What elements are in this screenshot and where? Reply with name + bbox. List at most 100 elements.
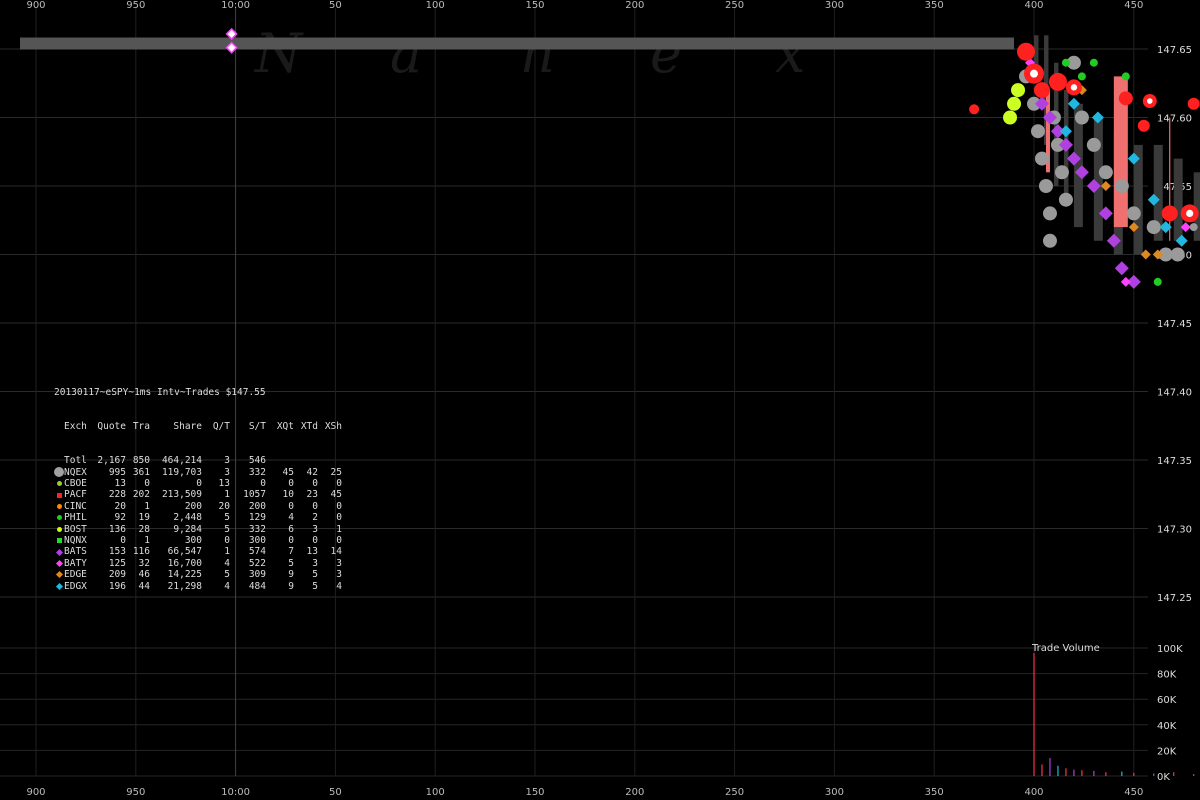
stats-row: EDGX 196 44 21,298 4 484 9 5 4 (54, 581, 342, 592)
stats-cell: 0 (312, 500, 318, 512)
stats-cell: 9 (288, 580, 294, 592)
stats-cell: 23 (306, 489, 318, 501)
stats-cell: 4 (224, 557, 230, 569)
stats-cell: 4 (336, 580, 342, 592)
stats-header-cell: Quote (97, 421, 126, 433)
x-tick-label-bottom: 950 (126, 787, 145, 798)
exchange-marker-shape (56, 503, 62, 509)
phil-quote-point (1061, 58, 1070, 67)
stats-cell: 32 (138, 557, 150, 569)
x-tick-label-top: 950 (126, 0, 145, 11)
stats-cell: 9,284 (173, 523, 202, 535)
stats-cell: EDGX (64, 580, 87, 592)
bats-quote-diamond (1114, 261, 1129, 276)
stats-cell: 5 (312, 580, 318, 592)
exchange-marker-icon (54, 582, 64, 590)
x-tick-label-bottom: 250 (725, 787, 744, 798)
stats-header-cell: S/T (248, 421, 266, 433)
stats-cell: 464,214 (161, 455, 202, 467)
price-tick-label: 147.35 (1157, 456, 1192, 467)
nqex-quote-point (1042, 233, 1057, 248)
exchange-marker-shape (56, 492, 62, 498)
stats-cell: 6 (288, 523, 294, 535)
pacf-trade-point (1161, 205, 1178, 222)
exchange-marker-icon (54, 548, 64, 556)
stats-header-cell: Q/T (212, 421, 230, 433)
volume-tick-label: 80K (1157, 670, 1177, 681)
x-tick-label-top: 400 (1024, 0, 1043, 11)
x-tick-label-top: 50 (329, 0, 342, 11)
stats-cell: 0 (260, 478, 266, 489)
phil-quote-point (1121, 72, 1130, 81)
stats-cell: 0 (336, 500, 342, 512)
stats-cell: 995 (108, 466, 126, 478)
pacf-trade-point (1137, 119, 1150, 132)
trade-highlight (1070, 84, 1078, 91)
stats-cell: 0 (312, 534, 318, 546)
exchange-marker-icon (54, 515, 64, 521)
stats-cell: PACF (64, 489, 87, 501)
x-tick-label-top: 100 (426, 0, 445, 11)
stats-cell: 196 (108, 580, 126, 592)
stats-cell: 13 (218, 478, 230, 489)
stats-cell: 3 (312, 523, 318, 535)
baty-quote-diamond (1120, 276, 1131, 287)
stats-cell: 0 (288, 534, 294, 546)
stats-cell: 200 (184, 500, 202, 512)
phil-quote-point (1089, 58, 1098, 67)
stats-row: CBOE 13 0 0 13 0 0 0 0 (54, 478, 342, 489)
bost-quote-point (1003, 110, 1018, 125)
stats-cell: 522 (248, 557, 266, 569)
stats-cell: 14,225 (167, 569, 202, 581)
stats-row: Totl 2,167 850 464,214 3 546 (54, 455, 342, 466)
stats-cell: CINC (64, 500, 87, 512)
volume-tick-label: 100K (1157, 644, 1183, 655)
stats-header-cell: Tra (132, 421, 150, 433)
stats-cell: 13 (306, 546, 318, 558)
stats-cell: 200 (248, 500, 266, 512)
stats-cell: PHIL (64, 512, 87, 524)
stats-rows: Totl 2,167 850 464,214 3 546 NQEX 995 361 119,703… (54, 455, 342, 592)
watermark-letter: a (390, 22, 422, 85)
x-tick-label-top: 150 (525, 0, 544, 11)
stats-cell: 16,700 (167, 557, 202, 569)
stats-cell: 2,167 (97, 455, 126, 467)
exchange-marker-shape (56, 515, 62, 521)
stats-cell: 116 (132, 546, 150, 558)
stats-header-cell: XSh (324, 421, 342, 433)
x-tick-label-top: 900 (26, 0, 45, 11)
stats-row: PACF 228 202 213,509 1 1057 10 23 45 (54, 489, 342, 500)
exchange-marker-icon (54, 492, 64, 498)
x-tick-label-bottom: 900 (26, 787, 45, 798)
stats-cell: 574 (248, 546, 266, 558)
stats-cell: EDGE (64, 569, 87, 581)
x-tick-label-bottom: 50 (329, 787, 342, 798)
stats-cell: 0 (120, 534, 126, 546)
stats-cell: 850 (132, 455, 150, 467)
stats-cell: 1057 (243, 489, 266, 501)
volume-tick-label: 0K (1157, 772, 1170, 783)
stats-cell: 0 (336, 534, 342, 546)
trade-highlight (1186, 209, 1194, 217)
stats-cell: 44 (138, 580, 150, 592)
stats-cell: NQEX (64, 466, 87, 478)
volume-tick-label: 40K (1157, 721, 1177, 732)
stats-cell: 119,703 (161, 466, 202, 478)
trade-highlight (1030, 69, 1038, 78)
stats-cell: 20 (114, 500, 126, 512)
stats-cell: 213,509 (161, 489, 202, 501)
nqex-quote-point (1038, 179, 1053, 193)
volume-title: Trade Volume (1031, 643, 1100, 654)
stats-cell: 0 (224, 534, 230, 546)
stats-row: EDGE 209 46 14,225 5 309 9 5 3 (54, 569, 342, 580)
stats-cell: NQNX (64, 534, 87, 546)
x-tick-label-top: 350 (925, 0, 944, 11)
pacf-trade-point (1033, 82, 1050, 99)
stats-cell: 1 (336, 523, 342, 535)
stats-header-cell: XTd (300, 421, 318, 433)
pacf-trade-point (1187, 97, 1200, 110)
stats-row: BOST 136 28 9,284 5 332 6 3 1 (54, 524, 342, 535)
pacf-trade-point (1017, 42, 1036, 61)
stats-cell: 5 (224, 569, 230, 581)
stats-cell: 45 (330, 489, 342, 501)
